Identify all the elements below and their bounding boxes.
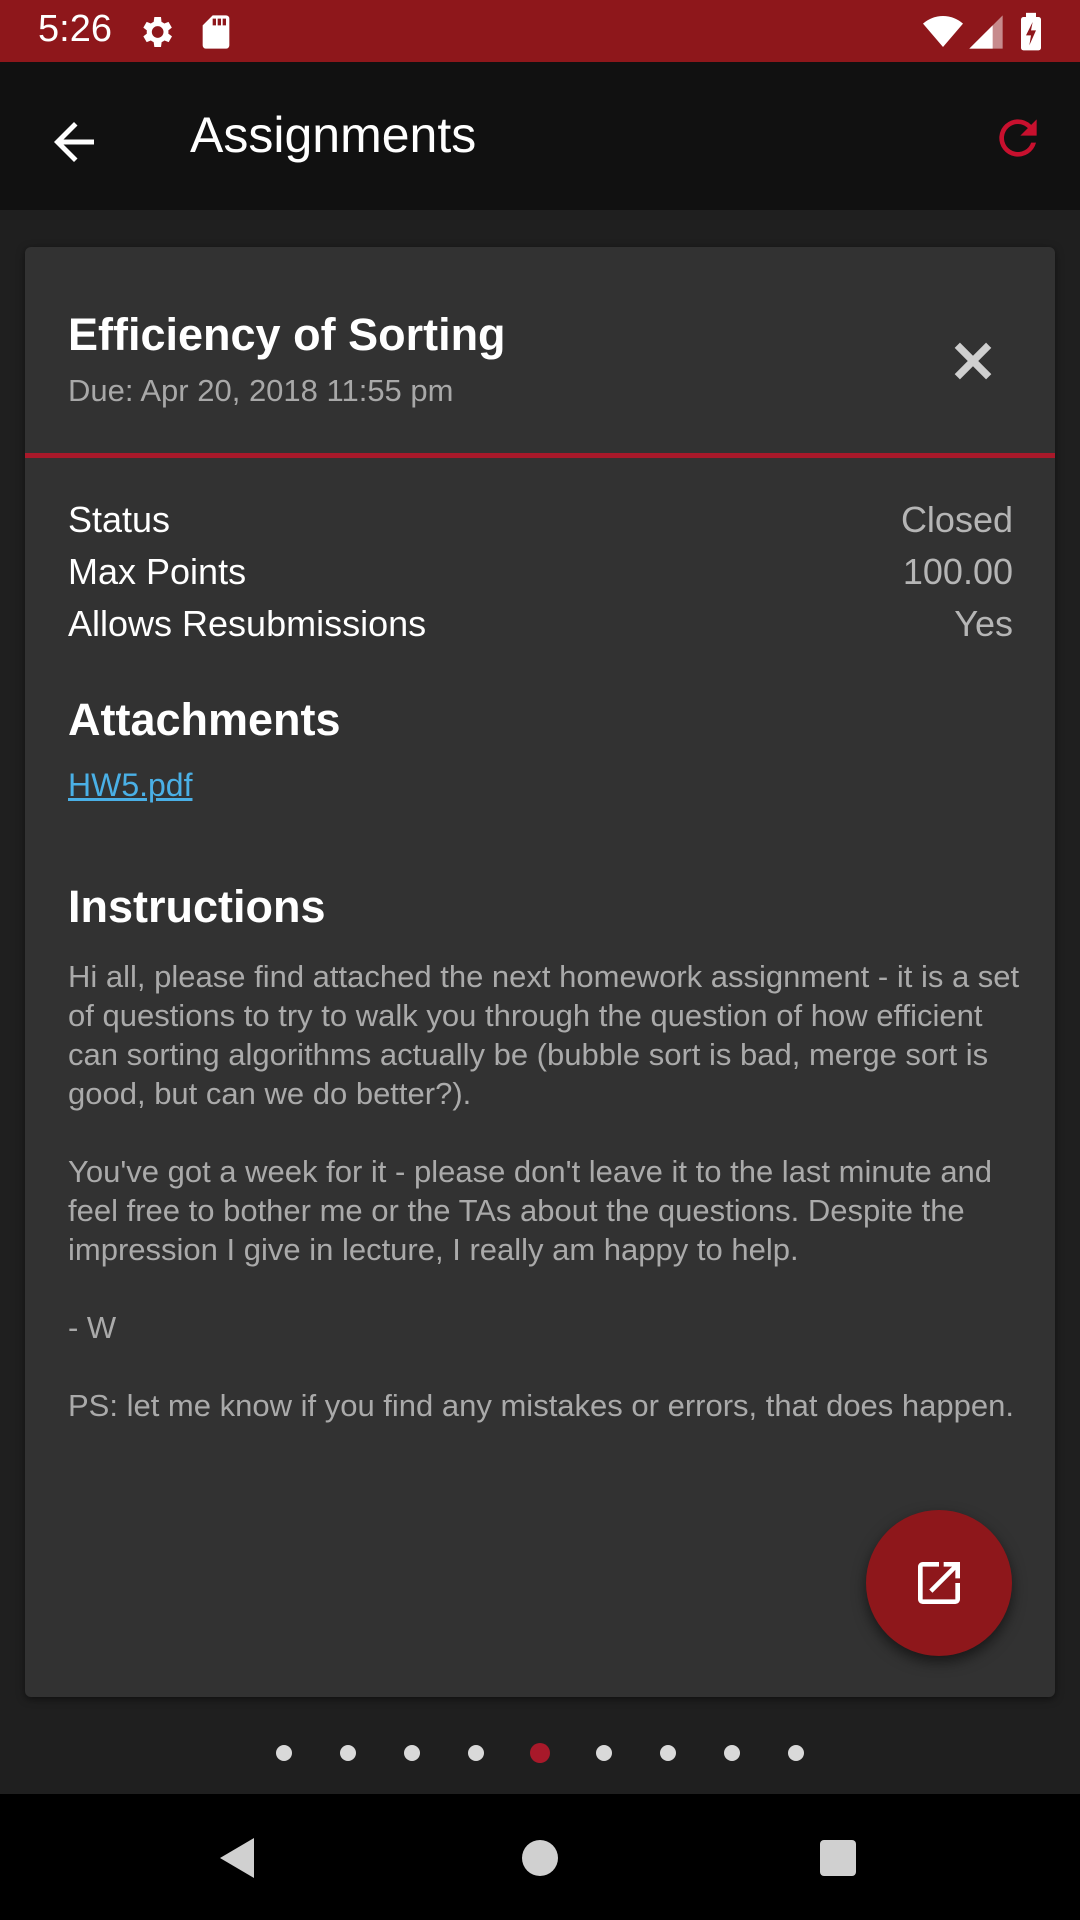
page-dot[interactable] [660, 1745, 676, 1761]
assignment-card: Efficiency of Sorting Due: Apr 20, 2018 … [25, 247, 1055, 1697]
info-row-max-points: Max Points 100.00 [68, 551, 1013, 599]
attachment-link[interactable]: HW5.pdf [68, 767, 192, 804]
nav-recents-icon[interactable] [814, 1834, 862, 1882]
wifi-icon [923, 16, 963, 47]
info-label: Max Points [68, 551, 247, 592]
open-in-new-icon [918, 1562, 960, 1604]
info-row-status: Status Closed [68, 499, 1013, 547]
sd-card-icon [202, 15, 230, 49]
info-row-resubmissions: Allows Resubmissions Yes [68, 603, 1013, 651]
close-icon[interactable] [945, 333, 1001, 389]
page-title: Assignments [190, 107, 477, 163]
settings-icon [143, 17, 172, 47]
page-dot[interactable] [468, 1745, 484, 1761]
open-external-button[interactable] [866, 1510, 1012, 1656]
page-dot[interactable] [404, 1745, 420, 1761]
page-dot[interactable] [276, 1745, 292, 1761]
page-dot[interactable] [340, 1745, 356, 1761]
card-header: Efficiency of Sorting Due: Apr 20, 2018 … [25, 247, 1055, 458]
status-bar: 5:26 [0, 0, 1080, 62]
arrow-back-icon[interactable] [44, 112, 104, 172]
assignment-title: Efficiency of Sorting [68, 309, 506, 360]
refresh-icon[interactable] [990, 110, 1046, 166]
system-nav-bar [0, 1794, 1080, 1920]
nav-back-icon[interactable] [214, 1834, 262, 1882]
status-time: 5:26 [38, 8, 112, 50]
instructions-paragraph: Hi all, please find attached the next ho… [68, 959, 1020, 1111]
info-value: Yes [954, 603, 1013, 644]
page-dot[interactable] [596, 1745, 612, 1761]
instructions-paragraph: You've got a week for it - please don't … [68, 1154, 993, 1267]
info-label: Status [68, 499, 171, 540]
page-dot-active[interactable] [530, 1743, 550, 1763]
info-value: 100.00 [902, 551, 1013, 592]
instructions-heading: Instructions [68, 881, 326, 932]
page-dot[interactable] [724, 1745, 740, 1761]
instructions-body: Hi all, please find attached the next ho… [68, 957, 1038, 1464]
page-dot[interactable] [788, 1745, 804, 1761]
info-label: Allows Resubmissions [68, 603, 427, 644]
page-indicator [0, 1735, 1080, 1769]
instructions-paragraph: PS: let me know if you find any mistakes… [68, 1388, 1014, 1423]
battery-icon [1021, 12, 1041, 51]
instructions-paragraph: - W [68, 1310, 117, 1345]
app-bar: Assignments [0, 62, 1080, 210]
signal-icon [969, 15, 1003, 49]
info-value: Closed [900, 499, 1013, 540]
due-date: Due: Apr 20, 2018 11:55 pm [68, 373, 454, 408]
nav-home-icon[interactable] [516, 1834, 564, 1882]
attachments-heading: Attachments [68, 694, 341, 745]
